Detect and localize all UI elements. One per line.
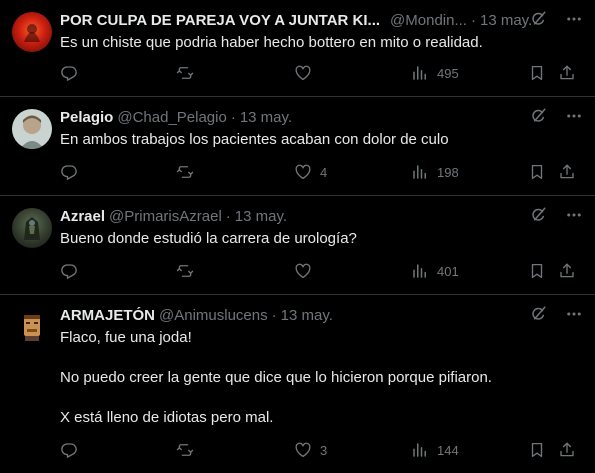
reply-icon: [60, 262, 78, 280]
retweet-icon: [176, 262, 194, 280]
retweet-button[interactable]: [176, 441, 202, 459]
more-icon[interactable]: [565, 206, 583, 224]
like-button[interactable]: [294, 64, 320, 82]
views-icon: [411, 64, 429, 82]
avatar[interactable]: [12, 208, 52, 248]
separator-dot: ·: [271, 306, 277, 324]
like-icon: [294, 64, 312, 82]
author-handle[interactable]: @Mondin...: [390, 12, 467, 29]
like-button[interactable]: 3: [294, 441, 327, 459]
share-icon: [558, 163, 576, 181]
bookmark-icon: [528, 163, 546, 181]
author-handle[interactable]: @PrimarisAzrael: [109, 208, 222, 225]
retweet-icon: [176, 441, 194, 459]
grok-icon[interactable]: [529, 10, 547, 28]
retweet-icon: [176, 64, 194, 82]
retweet-icon: [176, 163, 194, 181]
like-icon: [294, 163, 312, 181]
tweet[interactable]: ARMAJETÓN @Animuslucens · 13 may. Flaco,…: [0, 295, 595, 473]
tweet-text: Es un chiste que podria haber hecho bott…: [60, 33, 583, 53]
retweet-button[interactable]: [176, 163, 202, 181]
tweet-line: Flaco, fue una joda!: [60, 329, 192, 346]
timestamp[interactable]: 13 may.: [281, 307, 333, 324]
author-name[interactable]: Azrael: [60, 208, 105, 225]
timestamp[interactable]: 13 may.: [235, 208, 287, 225]
views-icon: [411, 441, 429, 459]
share-button[interactable]: [558, 64, 576, 82]
view-count: 198: [437, 164, 459, 180]
reply-button[interactable]: [60, 441, 86, 459]
timestamp[interactable]: 13 may.: [240, 109, 292, 126]
bookmark-icon: [528, 64, 546, 82]
author-name[interactable]: Pelagio: [60, 109, 113, 126]
share-icon: [558, 441, 576, 459]
reply-button[interactable]: [60, 163, 86, 181]
views-button[interactable]: 198: [411, 163, 459, 181]
views-button[interactable]: 495: [411, 64, 459, 82]
share-button[interactable]: [558, 163, 576, 181]
author-name[interactable]: POR CULPA DE PAREJA VOY A JUNTAR KI...: [60, 12, 380, 29]
author-name[interactable]: ARMAJETÓN: [60, 307, 155, 324]
reply-icon: [60, 64, 78, 82]
like-button[interactable]: [294, 262, 320, 280]
like-icon: [294, 441, 312, 459]
separator-dot: ·: [470, 11, 476, 29]
tweet-line: Bueno donde estudió la carrera de urolog…: [60, 230, 357, 247]
share-icon: [558, 262, 576, 280]
reply-button[interactable]: [60, 64, 86, 82]
view-count: 401: [437, 263, 459, 279]
avatar[interactable]: [12, 109, 52, 149]
bookmark-button[interactable]: [528, 441, 546, 459]
share-button[interactable]: [558, 262, 576, 280]
avatar[interactable]: [12, 12, 52, 52]
timestamp[interactable]: 13 may.: [480, 12, 532, 29]
retweet-button[interactable]: [176, 64, 202, 82]
more-icon[interactable]: [565, 305, 583, 323]
tweet[interactable]: Azrael @PrimarisAzrael · 13 may. Bueno d…: [0, 196, 595, 295]
avatar[interactable]: [12, 307, 52, 347]
author-handle[interactable]: @Animuslucens: [159, 307, 268, 324]
view-count: 144: [437, 442, 459, 458]
tweet-line: En ambos trabajos los pacientes acaban c…: [60, 131, 449, 148]
tweet-line: Es un chiste que podria haber hecho bott…: [60, 34, 483, 51]
grok-icon[interactable]: [529, 206, 547, 224]
reply-button[interactable]: [60, 262, 86, 280]
tweet[interactable]: Pelagio @Chad_Pelagio · 13 may. En ambos…: [0, 97, 595, 196]
reply-icon: [60, 163, 78, 181]
view-count: 495: [437, 65, 459, 81]
retweet-button[interactable]: [176, 262, 202, 280]
like-icon: [294, 262, 312, 280]
views-icon: [411, 262, 429, 280]
bookmark-icon: [528, 441, 546, 459]
grok-icon[interactable]: [529, 107, 547, 125]
tweet-line: X está lleno de idiotas pero mal.: [60, 409, 274, 426]
author-handle[interactable]: @Chad_Pelagio: [117, 109, 226, 126]
tweet-text: Bueno donde estudió la carrera de urolog…: [60, 229, 583, 249]
grok-icon[interactable]: [529, 305, 547, 323]
reply-icon: [60, 441, 78, 459]
share-icon: [558, 64, 576, 82]
tweet[interactable]: POR CULPA DE PAREJA VOY A JUNTAR KI... @…: [0, 0, 595, 97]
tweet-line: No puedo creer la gente que dice que lo …: [60, 369, 492, 386]
views-button[interactable]: 144: [411, 441, 459, 459]
views-icon: [411, 163, 429, 181]
tweet-text: En ambos trabajos los pacientes acaban c…: [60, 130, 583, 150]
more-icon[interactable]: [565, 107, 583, 125]
like-count: 3: [320, 442, 328, 458]
views-button[interactable]: 401: [411, 262, 459, 280]
like-count: 4: [320, 164, 328, 180]
more-icon[interactable]: [565, 10, 583, 28]
separator-dot: ·: [225, 207, 231, 225]
bookmark-icon: [528, 262, 546, 280]
bookmark-button[interactable]: [528, 163, 546, 181]
like-button[interactable]: 4: [294, 163, 327, 181]
share-button[interactable]: [558, 441, 576, 459]
bookmark-button[interactable]: [528, 262, 546, 280]
bookmark-button[interactable]: [528, 64, 546, 82]
separator-dot: ·: [230, 108, 236, 126]
tweet-text: Flaco, fue una joda! No puedo creer la g…: [60, 328, 583, 428]
